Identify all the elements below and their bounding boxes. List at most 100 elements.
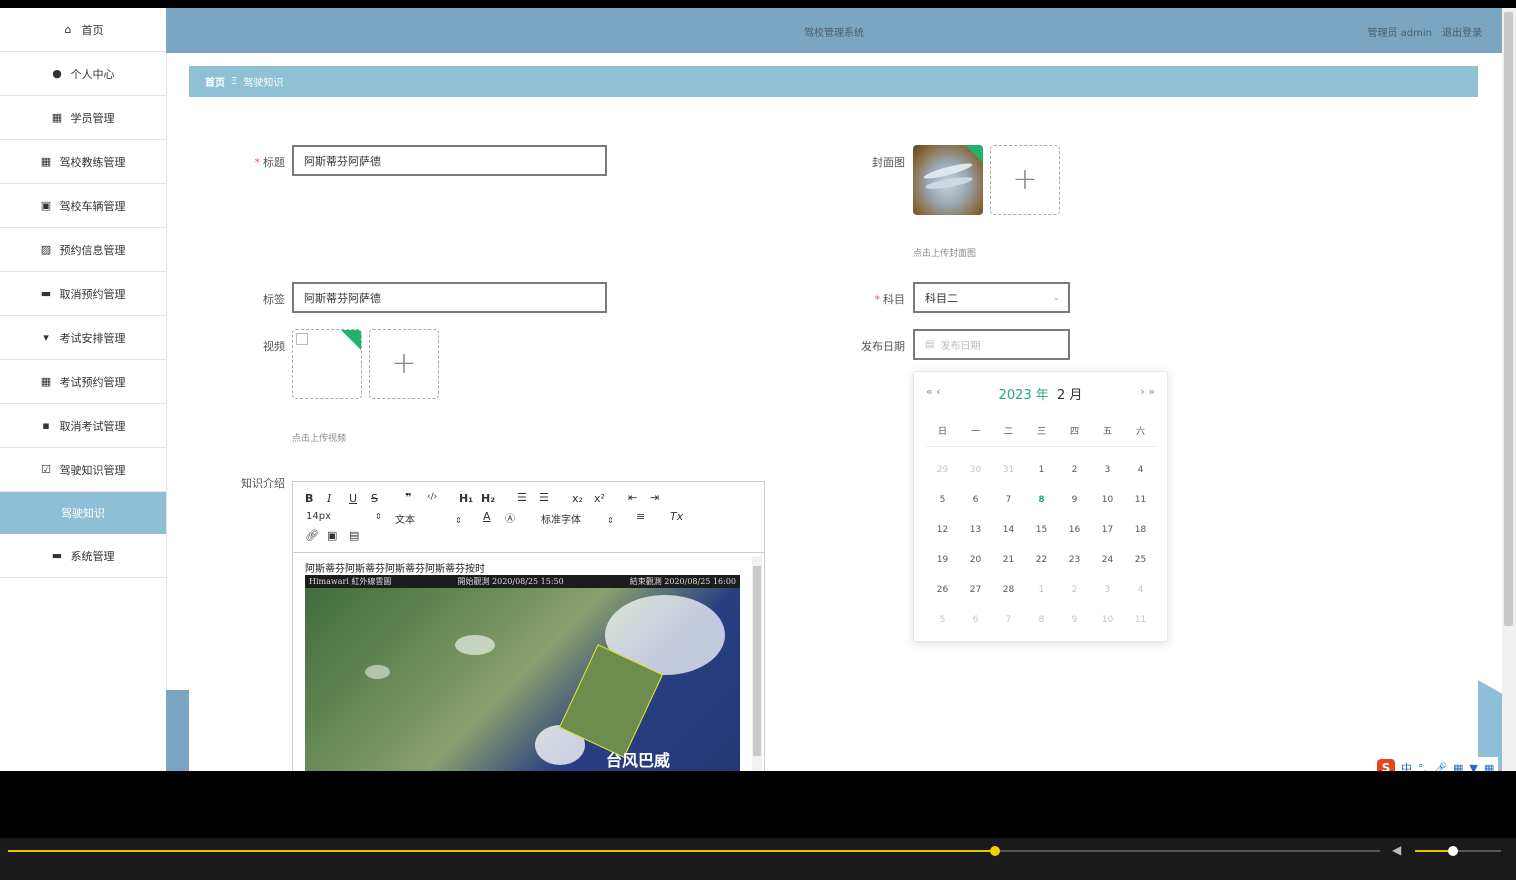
calendar-day[interactable]: 27 (959, 585, 992, 595)
sidebar-item-knowledge[interactable]: 驾驶知识 (0, 492, 166, 534)
indent-icon[interactable]: ⇥ (650, 491, 659, 504)
calendar-day[interactable]: 5 (926, 615, 959, 625)
ordered-list-icon[interactable]: ☰ (517, 491, 527, 504)
calendar-day[interactable]: 4 (1124, 585, 1157, 595)
logout-link[interactable]: 退出登录 (1442, 24, 1482, 39)
page-scrollbar-thumb[interactable] (1504, 12, 1513, 626)
calendar-day[interactable]: 7 (992, 615, 1025, 625)
sidebar-item-cancel-reservations[interactable]: ▬ 取消预约管理 (0, 272, 166, 316)
skin-icon[interactable]: ▼ (1469, 762, 1477, 772)
calendar-day[interactable]: 11 (1124, 615, 1157, 625)
sidebar-item-cancel-exams[interactable]: ▪ 取消考试管理 (0, 404, 166, 448)
next-year-month-icon[interactable]: › » (1140, 385, 1155, 398)
calendar-day[interactable]: 1 (1025, 585, 1058, 595)
calendar-day[interactable]: 8 (1025, 615, 1058, 625)
ime-lang-toggle[interactable]: 中 (1401, 760, 1412, 771)
editor-content[interactable]: 阿斯蒂芬阿斯蒂芬阿斯蒂芬阿斯蒂芬按时 Himawari 紅外線雲圖 開始觀測 2… (293, 552, 764, 771)
keyboard-icon[interactable]: ▦ (1453, 762, 1463, 772)
heading1-button[interactable]: H₁ (459, 492, 473, 505)
sidebar-item-exam-schedule[interactable]: ▾ 考试安排管理 (0, 316, 166, 360)
date-picker-year[interactable]: 2023 年 (999, 388, 1049, 403)
superscript-button[interactable]: x² (594, 492, 605, 505)
clear-format-icon[interactable]: Tx (670, 510, 683, 523)
calendar-day[interactable]: 26 (926, 585, 959, 595)
align-icon[interactable]: ≡ (636, 510, 645, 523)
calendar-day[interactable]: 2 (1058, 585, 1091, 595)
cover-upload-button[interactable]: + (990, 145, 1060, 215)
calendar-day[interactable]: 28 (992, 585, 1025, 595)
volume-slider[interactable] (1415, 846, 1501, 856)
sidebar-item-vehicles[interactable]: ▣ 驾校车辆管理 (0, 184, 166, 228)
calendar-day[interactable]: 25 (1124, 555, 1157, 565)
microphone-icon[interactable]: 🎤︎ (1433, 762, 1447, 772)
calendar-day[interactable]: 31 (992, 465, 1025, 475)
ime-logo-icon[interactable]: S (1377, 759, 1395, 771)
subscript-button[interactable]: x₂ (572, 492, 583, 505)
sidebar-item-coaches[interactable]: ▦ 驾校教练管理 (0, 140, 166, 184)
calendar-day[interactable]: 4 (1124, 465, 1157, 475)
sidebar-item-profile[interactable]: ● 个人中心 (0, 52, 166, 96)
calendar-day[interactable]: 7 (992, 495, 1025, 505)
calendar-day[interactable]: 18 (1124, 525, 1157, 535)
text-style-select[interactable]: 文本 ⇕ (395, 511, 462, 526)
calendar-day[interactable]: 19 (926, 555, 959, 565)
calendar-day[interactable]: 9 (1058, 615, 1091, 625)
bullet-list-icon[interactable]: ☰ (539, 491, 549, 504)
image-icon[interactable]: ▣ (327, 529, 337, 542)
calendar-day[interactable]: 10 (1091, 495, 1124, 505)
heading2-button[interactable]: H₂ (481, 492, 495, 505)
font-size-select[interactable]: 14px ⇕ (306, 511, 382, 522)
calendar-day[interactable]: 29 (926, 465, 959, 475)
sidebar-item-reservations[interactable]: ▨ 预约信息管理 (0, 228, 166, 272)
link-icon[interactable]: 🔗︎ (305, 529, 319, 542)
calendar-day[interactable]: 15 (1025, 525, 1058, 535)
outdent-icon[interactable]: ⇤ (628, 491, 637, 504)
volume-knob[interactable] (1448, 846, 1458, 856)
calendar-day[interactable]: 10 (1091, 615, 1124, 625)
calendar-day[interactable]: 1 (1025, 465, 1058, 475)
calendar-day[interactable]: 23 (1058, 555, 1091, 565)
calendar-day[interactable]: 13 (959, 525, 992, 535)
strike-button[interactable]: S (371, 492, 378, 505)
sidebar-item-knowledge-admin[interactable]: ☑ 驾驶知识管理 (0, 448, 166, 492)
calendar-day[interactable]: 16 (1058, 525, 1091, 535)
calendar-day[interactable]: 6 (959, 495, 992, 505)
video-thumbnail[interactable] (292, 329, 362, 399)
calendar-day[interactable]: 22 (1025, 555, 1058, 565)
calendar-day[interactable]: 14 (992, 525, 1025, 535)
bold-button[interactable]: B (305, 492, 313, 505)
video-progress-bar[interactable] (8, 846, 1380, 856)
sidebar-item-exam-reservations[interactable]: ▦ 考试预约管理 (0, 360, 166, 404)
calendar-day[interactable]: 3 (1091, 465, 1124, 475)
calendar-day[interactable]: 17 (1091, 525, 1124, 535)
cover-image[interactable] (913, 145, 983, 215)
font-family-select[interactable]: 标准字体 ⇕ (541, 511, 614, 526)
video-icon[interactable]: ▤ (349, 529, 359, 542)
calendar-day[interactable]: 20 (959, 555, 992, 565)
calendar-day[interactable]: 24 (1091, 555, 1124, 565)
calendar-day[interactable]: 2 (1058, 465, 1091, 475)
video-progress-knob[interactable] (990, 846, 1000, 856)
quote-icon[interactable]: ❞ (405, 491, 411, 504)
calendar-day[interactable]: 12 (926, 525, 959, 535)
underline-button[interactable]: U (349, 492, 357, 505)
page-scrollbar[interactable] (1502, 8, 1516, 771)
tag-input[interactable]: 阿斯蒂芬阿萨德 (292, 282, 607, 313)
calendar-day[interactable]: 6 (959, 615, 992, 625)
sidebar-item-home[interactable]: ⌂ 首页 (0, 8, 166, 52)
calendar-day[interactable]: 9 (1058, 495, 1091, 505)
volume-icon[interactable]: ◀︎ (1392, 843, 1401, 857)
subject-select[interactable]: 科目二 ⌄ (913, 282, 1070, 313)
sidebar-item-system[interactable]: ▬ 系统管理 (0, 534, 166, 578)
calendar-day[interactable]: 11 (1124, 495, 1157, 505)
background-color-icon[interactable]: Ⓐ (505, 510, 515, 525)
apps-icon[interactable]: ▦ (1484, 762, 1494, 772)
calendar-day[interactable]: 8 (1025, 495, 1058, 505)
italic-button[interactable]: I (327, 492, 331, 505)
title-input[interactable]: 阿斯蒂芬阿萨德 (292, 145, 607, 176)
date-input[interactable]: ▤ 发布日期 (913, 329, 1070, 360)
editor-scrollbar-thumb[interactable] (753, 566, 761, 756)
ime-punctuation-icon[interactable]: °, (1418, 762, 1427, 772)
calendar-day[interactable]: 3 (1091, 585, 1124, 595)
date-picker-month[interactable]: 2 月 (1057, 388, 1082, 403)
